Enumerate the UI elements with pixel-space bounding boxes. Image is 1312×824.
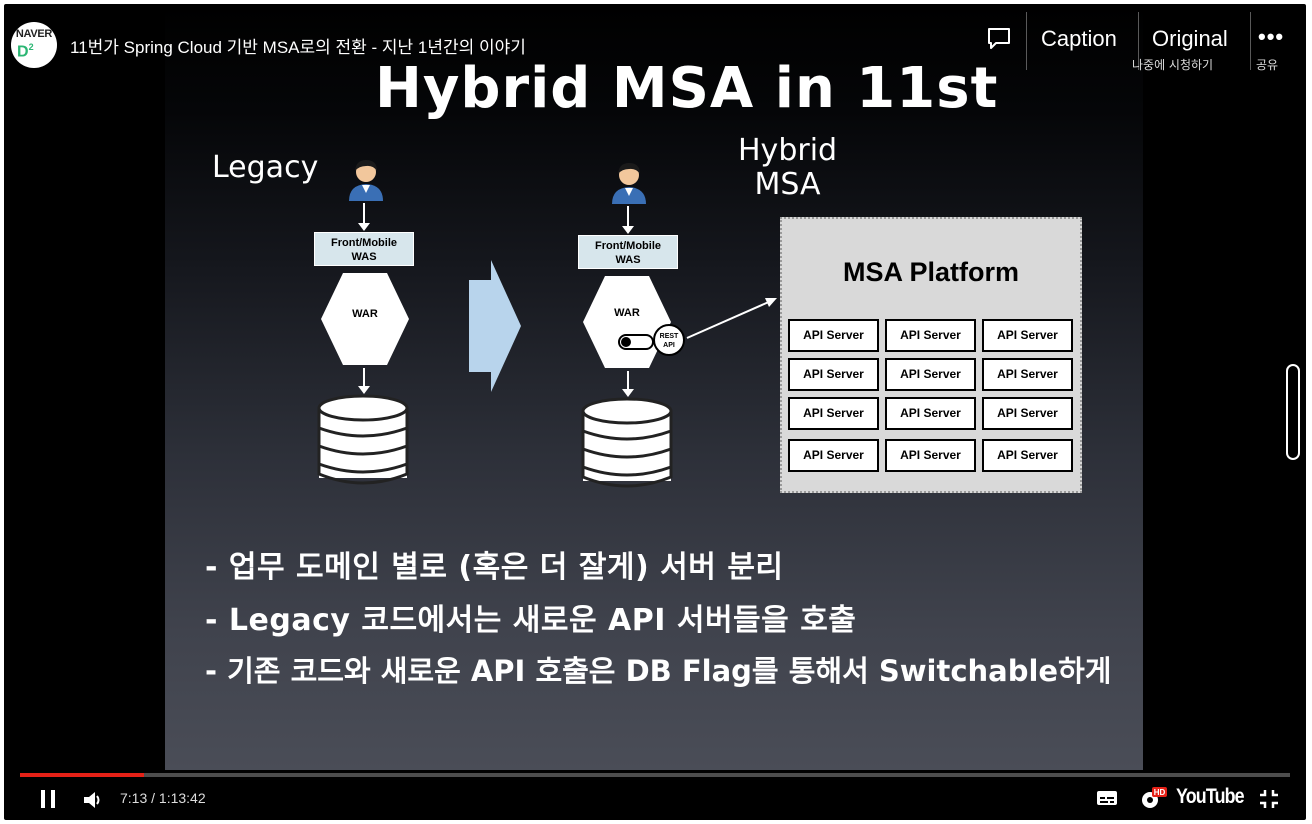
flow-arrow [622, 371, 634, 397]
share-label[interactable]: 공유 [1256, 56, 1278, 73]
msa-platform: MSA Platform API Server API Server API S… [780, 217, 1082, 493]
was-line1: Front/Mobile [331, 237, 397, 249]
logo-mark: D [17, 43, 29, 61]
api-server: API Server [885, 319, 976, 352]
subtitles-icon[interactable] [1096, 789, 1118, 807]
current-time: 7:13 [120, 790, 148, 806]
api-server: API Server [982, 358, 1073, 391]
channel-logo-mark: D2 [17, 42, 34, 61]
divider [1026, 12, 1027, 70]
msa-platform-title: MSA Platform [842, 257, 1019, 287]
right-was-box: Front/Mobile WAS [578, 235, 678, 269]
bullet-item: - 기존 코드와 새로운 API 호출은 DB Flag를 통해서 Switch… [205, 654, 1112, 688]
pause-icon[interactable] [38, 788, 58, 810]
slide: Hybrid MSA in 11st Legacy Hybrid MSA Fro… [165, 4, 1143, 770]
settings-icon[interactable]: HD [1138, 785, 1168, 811]
api-server: API Server [885, 439, 976, 472]
hybrid-label-line2: MSA [754, 167, 821, 202]
more-icon[interactable]: ••• [1258, 24, 1284, 50]
was-line2: WAS [615, 254, 641, 266]
exit-fullscreen-icon[interactable] [1258, 788, 1280, 810]
time-display: 7:13 / 1:13:42 [120, 790, 206, 806]
left-was-box: Front/Mobile WAS [314, 232, 414, 266]
logo-sup: 2 [28, 42, 34, 52]
progress-bar[interactable] [20, 773, 1290, 777]
duration: 1:13:42 [158, 790, 206, 806]
watch-later-label[interactable]: 나중에 시청하기 [1132, 56, 1213, 73]
scroll-handle[interactable] [1286, 364, 1300, 460]
api-server: API Server [788, 319, 879, 352]
api-server: API Server [982, 397, 1073, 430]
hd-badge: HD [1154, 788, 1166, 797]
was-line2: WAS [351, 251, 377, 263]
database-icon [581, 397, 673, 488]
arrow-right-icon [469, 260, 521, 392]
api-server: API Server [982, 319, 1073, 352]
left-war-hexagon: WAR [321, 273, 409, 365]
api-server: API Server [788, 358, 879, 391]
video-player[interactable]: Hybrid MSA in 11st Legacy Hybrid MSA Fro… [4, 4, 1306, 820]
volume-icon[interactable] [82, 790, 104, 810]
user-icon [612, 163, 646, 204]
hybrid-label-line1: Hybrid [738, 133, 838, 168]
flow-arrow [358, 368, 370, 394]
left-war-label: WAR [352, 308, 378, 320]
original-button[interactable]: Original [1152, 26, 1228, 52]
hybrid-msa-label: Hybrid MSA [738, 134, 837, 202]
api-server: API Server [788, 397, 879, 430]
channel-avatar[interactable]: NAVER D2 [11, 22, 57, 68]
database-icon [317, 394, 409, 485]
api-server: API Server [982, 439, 1073, 472]
was-line1: Front/Mobile [595, 240, 661, 252]
caption-button[interactable]: Caption [1041, 26, 1117, 52]
legacy-label: Legacy [212, 150, 319, 185]
bullet-item: - Legacy 코드에서는 새로운 API 서버들을 호출 [205, 603, 857, 638]
api-server: API Server [788, 439, 879, 472]
slide-title: Hybrid MSA in 11st [375, 56, 999, 121]
user-icon [349, 160, 383, 201]
bullet-item: - 업무 도메인 별로 (혹은 더 잘게) 서버 분리 [205, 550, 784, 585]
flow-arrow [622, 206, 634, 234]
api-server: API Server [885, 397, 976, 430]
channel-logo-text: NAVER [15, 28, 53, 40]
right-war-label: WAR [614, 307, 640, 319]
connection-arrow [686, 298, 777, 339]
api-server: API Server [885, 358, 976, 391]
progress-fill [20, 773, 145, 777]
comment-icon[interactable] [986, 26, 1012, 52]
rest-api-line1: REST [660, 333, 679, 340]
flow-arrow [358, 203, 370, 231]
time-separator: / [147, 790, 159, 806]
youtube-logo[interactable]: YouTube [1176, 785, 1245, 809]
video-title[interactable]: 11번가 Spring Cloud 기반 MSA로의 전환 - 지난 1년간의 … [70, 33, 526, 58]
divider [1250, 12, 1251, 70]
rest-api-line2: API [663, 342, 675, 349]
